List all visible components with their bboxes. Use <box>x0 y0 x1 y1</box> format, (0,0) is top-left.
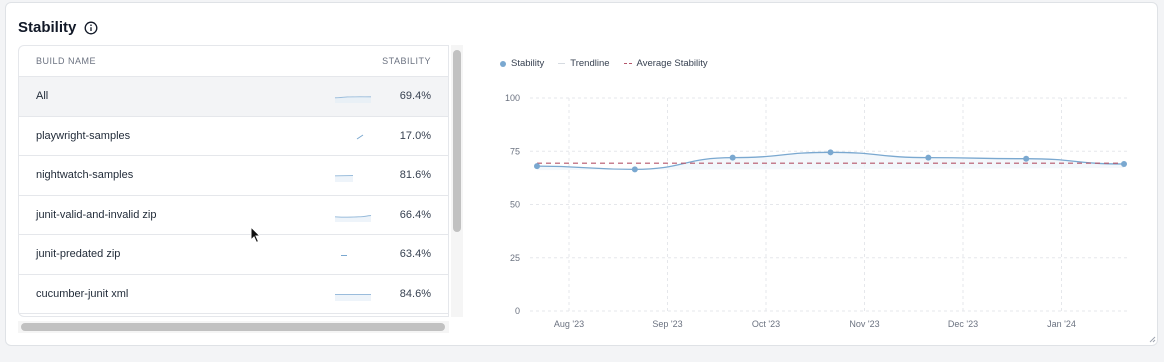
stability-point <box>925 154 932 161</box>
table-row[interactable]: junit-valid-and-invalid zip 66.4% <box>19 196 448 235</box>
x-tick-label: Aug '23 <box>554 319 584 329</box>
legend-stability-label: Stability <box>511 58 545 69</box>
table-row[interactable]: junit-predated zip 63.4% <box>19 235 448 275</box>
table-row[interactable] <box>19 314 448 316</box>
title-row: Stability <box>18 19 98 36</box>
average-legend-dash <box>623 63 632 64</box>
table-header: BUILD NAME STABILITY <box>19 46 448 77</box>
stability-value: 63.4% <box>399 248 431 261</box>
sparkline <box>334 214 372 222</box>
x-tick-label: Dec '23 <box>948 319 978 329</box>
sparkline <box>341 255 347 257</box>
stability-point <box>729 154 736 161</box>
vertical-scrollbar-thumb[interactable] <box>453 50 461 232</box>
build-name: All <box>36 90 49 103</box>
build-name: junit-predated zip <box>36 248 121 261</box>
stability-value: 84.6% <box>399 287 431 300</box>
y-tick-label: 25 <box>510 253 520 263</box>
stability-value: 69.4% <box>399 90 431 103</box>
stability-point <box>1121 161 1127 168</box>
x-tick-label: Sep '23 <box>652 319 682 329</box>
info-icon[interactable] <box>84 21 98 35</box>
x-tick-label: Oct '23 <box>752 319 780 329</box>
sparkline <box>335 293 371 301</box>
build-name: junit-valid-and-invalid zip <box>36 208 157 221</box>
sparkline <box>334 175 354 183</box>
legend-trendline-label: Trendline <box>570 58 610 69</box>
sparkline <box>334 96 372 104</box>
column-build-name[interactable]: BUILD NAME <box>36 56 96 66</box>
legend-trendline[interactable]: Trendline <box>558 58 610 69</box>
horizontal-scrollbar-thumb[interactable] <box>21 323 445 331</box>
table-row[interactable]: cucumber-junit xml 84.6% <box>19 275 448 314</box>
table-row[interactable]: playwright-samples 17.0% <box>19 117 448 156</box>
legend-stability[interactable]: Stability <box>500 58 544 69</box>
page-title: Stability <box>18 19 77 36</box>
legend-average-label: Average Stability <box>636 58 708 69</box>
build-name: cucumber-junit xml <box>36 287 129 300</box>
build-stability-table: BUILD NAME STABILITY All 69.4% playwrigh… <box>18 45 449 317</box>
sparkline <box>356 134 364 140</box>
stability-point <box>631 166 638 173</box>
y-tick-label: 50 <box>510 200 520 210</box>
build-name: playwright-samples <box>36 129 131 142</box>
stability-legend-dot <box>500 60 506 67</box>
stability-value: 17.0% <box>399 129 431 142</box>
stability-value: 66.4% <box>399 208 431 221</box>
stability-chart: 0 25 50 75 100 Aug '23 Sep '23 Oct '23 Nov '23 De… <box>505 93 1127 329</box>
column-stability[interactable]: STABILITY <box>382 56 431 66</box>
table-row[interactable]: nightwatch-samples 81.6% <box>19 156 448 196</box>
build-name: nightwatch-samples <box>36 169 134 182</box>
legend-average[interactable]: Average Stability <box>623 58 708 69</box>
y-tick-label: 75 <box>510 146 520 156</box>
chart-legend: Stability Trendline Average Stability <box>500 58 708 69</box>
stability-point <box>827 149 834 156</box>
mouse-cursor-icon <box>250 226 262 244</box>
y-tick-label: 100 <box>505 93 520 103</box>
stability-value: 81.6% <box>399 169 431 182</box>
stability-point <box>534 163 540 170</box>
x-tick-label: Nov '23 <box>849 319 879 329</box>
x-tick-label: Jan '24 <box>1047 319 1076 329</box>
trendline-legend-line <box>558 63 566 64</box>
y-tick-label: 0 <box>515 306 520 316</box>
stability-point <box>1023 155 1030 162</box>
resize-handle-icon[interactable] <box>1148 335 1156 343</box>
table-row[interactable]: All 69.4% <box>19 77 448 117</box>
